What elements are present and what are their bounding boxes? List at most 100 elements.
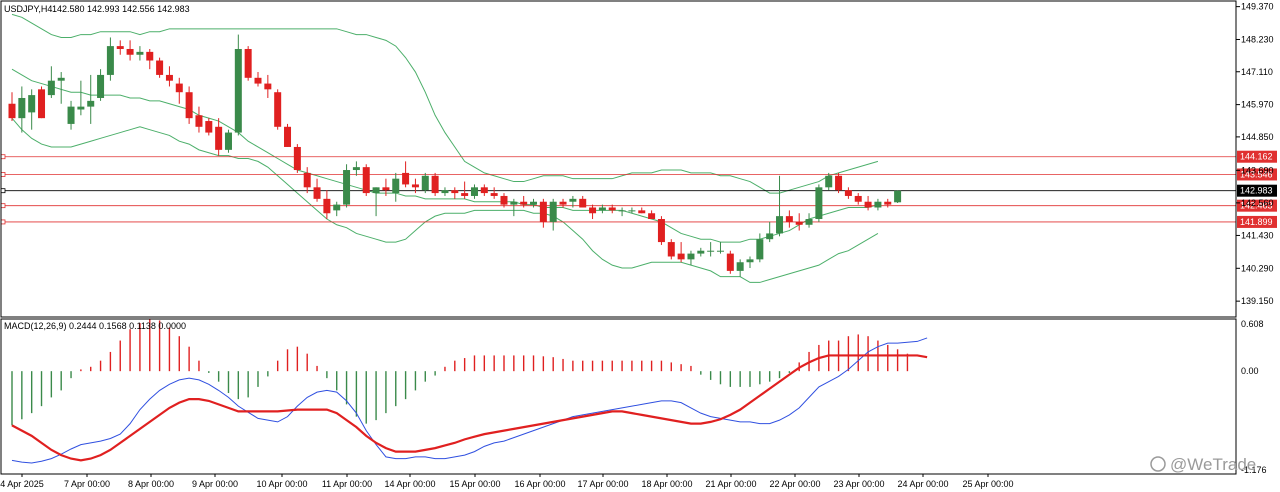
price-tick-label: 142.560 bbox=[1241, 198, 1274, 208]
price-level-label: 141.899 bbox=[1240, 217, 1273, 227]
chart-canvas: 144.162143.546142.983142.463141.899 149.… bbox=[0, 0, 1280, 492]
candle-body bbox=[47, 80, 55, 96]
candle-body bbox=[559, 201, 567, 205]
price-level-marker bbox=[0, 154, 6, 160]
bear-candle bbox=[726, 250, 734, 274]
candle-body bbox=[195, 115, 203, 127]
time-tick-label: 11 Apr 00:00 bbox=[322, 479, 372, 489]
candle-body bbox=[844, 190, 852, 196]
candle-body bbox=[667, 242, 675, 257]
candle-body bbox=[657, 219, 665, 243]
price-tick-label: 149.370 bbox=[1241, 2, 1274, 12]
time-tick-label: 23 Apr 00:00 bbox=[833, 479, 884, 489]
candle-body bbox=[598, 207, 606, 211]
bear-candle bbox=[293, 144, 301, 173]
bull-candle bbox=[815, 184, 823, 222]
candle-body bbox=[687, 253, 695, 260]
bear-candle bbox=[274, 89, 282, 130]
candle-body bbox=[254, 77, 262, 84]
candle-body bbox=[815, 187, 823, 220]
macd-tick-label: 0.608 bbox=[1241, 319, 1264, 329]
candle-body bbox=[579, 198, 587, 208]
candle-body bbox=[126, 48, 134, 55]
candle-body bbox=[874, 201, 882, 208]
candle-body bbox=[716, 250, 724, 252]
candle-body bbox=[165, 74, 173, 81]
candle-body bbox=[500, 195, 508, 205]
candle-body bbox=[638, 210, 646, 214]
candle-body bbox=[520, 201, 528, 205]
candle-body bbox=[372, 187, 380, 194]
candle-body bbox=[825, 175, 833, 188]
price-tick-label: 143.690 bbox=[1241, 165, 1274, 175]
candle-body bbox=[293, 146, 301, 171]
candle-body bbox=[284, 126, 292, 147]
candle-body bbox=[77, 106, 85, 110]
bear-candle bbox=[244, 46, 252, 81]
candle-body bbox=[57, 77, 65, 81]
time-tick-label: 18 Apr 00:00 bbox=[641, 479, 692, 489]
candle-body bbox=[884, 201, 892, 205]
candle-body bbox=[628, 210, 636, 212]
candle-body bbox=[333, 204, 341, 211]
bull-candle bbox=[421, 172, 429, 194]
candle-body bbox=[106, 46, 114, 75]
time-tick-label: 15 Apr 00:00 bbox=[449, 479, 500, 489]
candle-body bbox=[549, 201, 557, 222]
candle-body bbox=[539, 201, 547, 222]
candle-body bbox=[323, 198, 331, 214]
candle-body bbox=[234, 48, 242, 133]
candle-body bbox=[97, 74, 105, 98]
price-level-marker bbox=[0, 203, 6, 209]
bull-candle bbox=[224, 129, 232, 153]
candle-body bbox=[726, 253, 734, 271]
bear-candle bbox=[667, 239, 675, 260]
bear-candle bbox=[657, 216, 665, 245]
candle-body bbox=[313, 187, 321, 199]
price-tick-label: 148.230 bbox=[1241, 34, 1274, 44]
time-tick-label: 21 Apr 00:00 bbox=[705, 479, 756, 489]
time-tick-label: 4 Apr 2025 bbox=[0, 479, 44, 489]
price-level-marker bbox=[0, 172, 6, 177]
candle-body bbox=[362, 167, 370, 194]
candle-body bbox=[835, 175, 843, 191]
candle-body bbox=[175, 83, 183, 93]
candle-body bbox=[530, 201, 538, 205]
time-tick-label: 10 Apr 00:00 bbox=[256, 479, 307, 489]
price-tick-label: 139.150 bbox=[1241, 296, 1274, 306]
candle-body bbox=[303, 172, 311, 188]
candle-body bbox=[618, 210, 626, 212]
candle-body bbox=[451, 190, 459, 194]
candle-body bbox=[854, 195, 862, 202]
candle-body bbox=[441, 190, 449, 194]
candle-body bbox=[697, 250, 705, 254]
bear-candle bbox=[431, 172, 439, 196]
bear-candle bbox=[156, 57, 164, 78]
candle-body bbox=[510, 201, 518, 205]
watermark-text: @WeTrade bbox=[1170, 455, 1256, 474]
bull-candle bbox=[234, 34, 242, 136]
candle-body bbox=[795, 221, 803, 225]
bear-candle bbox=[362, 164, 370, 196]
candle-body bbox=[136, 51, 144, 55]
time-tick-label: 16 Apr 00:00 bbox=[514, 479, 565, 489]
price-tick-label: 140.290 bbox=[1241, 263, 1274, 273]
price-level-marker bbox=[0, 219, 6, 225]
candle-body bbox=[470, 187, 478, 196]
candle-body bbox=[264, 83, 272, 90]
macd-title: MACD(12,26,9) 0.2444 0.1568 0.1138 0.000… bbox=[4, 321, 186, 331]
candle-body bbox=[185, 92, 193, 119]
candle-body bbox=[8, 103, 16, 119]
bear-candle bbox=[38, 86, 46, 119]
candle-body bbox=[746, 259, 754, 263]
candle-body bbox=[756, 239, 764, 260]
candle-body bbox=[490, 193, 498, 196]
candle-body bbox=[156, 60, 164, 75]
candle-body bbox=[28, 95, 36, 113]
price-level-marker bbox=[0, 188, 6, 194]
time-tick-label: 8 Apr 00:00 bbox=[128, 479, 174, 489]
candle-body bbox=[411, 184, 419, 188]
candle-body bbox=[274, 92, 282, 127]
candle-body bbox=[569, 198, 577, 202]
candle-body bbox=[343, 170, 351, 205]
